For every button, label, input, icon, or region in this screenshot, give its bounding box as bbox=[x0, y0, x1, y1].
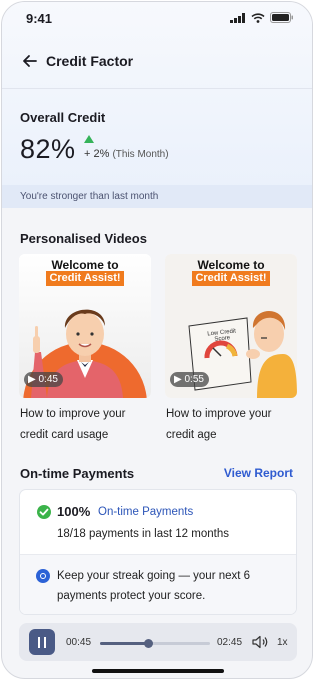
back-arrow-icon[interactable] bbox=[20, 51, 40, 71]
page-title: Credit Factor bbox=[46, 53, 134, 69]
video-1-tag: Credit Assist! bbox=[46, 271, 124, 286]
video-1-duration-badge: ▶ 0:45 bbox=[24, 372, 63, 387]
video-2-heading: Welcome to bbox=[197, 258, 265, 272]
total-time: 02:45 bbox=[217, 637, 243, 648]
video-card-1[interactable]: Welcome to Credit Assist! ▶ 0:45 bbox=[19, 254, 151, 398]
home-indicator bbox=[92, 669, 224, 673]
on-time-label: On-time Payments bbox=[98, 506, 194, 518]
volume-icon[interactable] bbox=[252, 635, 270, 649]
banner-text: You're stronger than last month bbox=[20, 191, 159, 202]
header-divider bbox=[2, 88, 312, 89]
payments-card: 100% On-time Payments 18/18 payments in … bbox=[19, 489, 297, 615]
video-2-duration-badge: ▶ 0:55 bbox=[170, 372, 209, 387]
video-2-caption[interactable]: How to improve your credit age bbox=[166, 404, 271, 446]
credit-change: + 2% (This Month) bbox=[84, 148, 169, 160]
credit-change-period: (This Month) bbox=[112, 149, 169, 160]
video-1-heading: Welcome to bbox=[51, 258, 119, 272]
video-1-caption-line2: credit card usage bbox=[20, 429, 109, 441]
video-1-duration: 0:45 bbox=[38, 374, 58, 385]
play-icon: ▶ bbox=[28, 374, 36, 385]
audio-player: 00:45 02:45 1x bbox=[19, 623, 297, 661]
seek-bar[interactable] bbox=[100, 639, 210, 648]
signal-icon bbox=[230, 12, 245, 23]
payments-detail: 18/18 payments in last 12 months bbox=[57, 528, 229, 540]
videos-section-title: Personalised Videos bbox=[20, 231, 147, 246]
video-1-caption[interactable]: How to improve your credit card usage bbox=[20, 404, 125, 446]
seek-bar-progress bbox=[100, 642, 149, 645]
status-bar: 9:41 bbox=[2, 2, 312, 36]
video-2-duration: 0:55 bbox=[184, 374, 204, 385]
video-1-caption-line1: How to improve your bbox=[20, 408, 126, 420]
info-icon bbox=[36, 569, 50, 583]
playback-speed[interactable]: 1x bbox=[277, 637, 288, 648]
status-icons bbox=[230, 12, 294, 23]
pause-icon-bar-right bbox=[44, 637, 46, 648]
pause-icon-bar-left bbox=[38, 637, 40, 648]
overall-credit-percent: 82% bbox=[20, 134, 76, 164]
view-report-link[interactable]: View Report bbox=[224, 466, 293, 480]
streak-tip-row: Keep your streak going — your next 6 pay… bbox=[20, 554, 296, 614]
check-circle-icon bbox=[37, 505, 51, 519]
video-card-2[interactable]: Welcome to Credit Assist! Low Credit Sco… bbox=[165, 254, 297, 398]
seek-handle[interactable] bbox=[144, 639, 154, 648]
video-2-caption-line2: credit age bbox=[166, 429, 217, 441]
video-2-caption-line1: How to improve your bbox=[166, 408, 272, 420]
progress-banner: You're stronger than last month bbox=[2, 185, 312, 208]
pause-button[interactable] bbox=[29, 629, 55, 655]
payments-section-title: On-time Payments bbox=[20, 466, 135, 481]
status-time: 9:41 bbox=[26, 11, 53, 26]
play-icon: ▶ bbox=[174, 374, 182, 385]
overall-credit-label: Overall Credit bbox=[20, 110, 106, 125]
wifi-icon bbox=[251, 12, 265, 23]
video-2-tag: Credit Assist! bbox=[192, 271, 270, 286]
battery-icon bbox=[270, 12, 293, 23]
app-header: Credit Factor bbox=[2, 36, 312, 88]
credit-change-value: + 2% bbox=[84, 148, 110, 160]
phone-frame: 9:41 Credit Factor Overall Credit 82% + … bbox=[1, 1, 313, 679]
on-time-percent: 100% bbox=[57, 504, 91, 519]
streak-tip-text: Keep your streak going — your next 6 pay… bbox=[57, 570, 251, 602]
trend-up-icon bbox=[84, 135, 94, 143]
current-time: 00:45 bbox=[66, 637, 92, 648]
